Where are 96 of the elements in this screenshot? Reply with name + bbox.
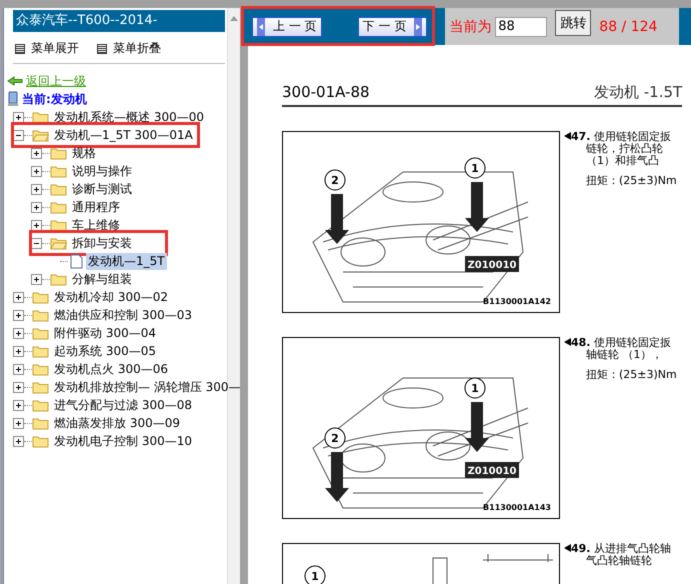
- step-text: 49. 从进排气凸轮轴 气凸轮轴链轮: [564, 543, 671, 567]
- folder-icon: [32, 380, 49, 394]
- jump-button[interactable]: 跳转: [555, 10, 592, 36]
- expand-toggle[interactable]: [31, 202, 42, 212]
- collapse-toggle[interactable]: [13, 130, 24, 140]
- callout-marker: 2: [324, 170, 346, 190]
- open-folder-icon: [50, 236, 67, 250]
- tree-item[interactable]: 拆卸与安装: [70, 234, 134, 252]
- expand-toggle[interactable]: [13, 112, 24, 122]
- open-folder-icon: [32, 128, 49, 142]
- tree-item[interactable]: 发动机—1_5T 300—01A: [52, 126, 195, 144]
- pointer-arrow: [325, 452, 349, 502]
- menu-item[interactable]: 菜单折叠: [113, 40, 161, 57]
- folder-icon: [50, 218, 67, 232]
- tree-item[interactable]: 说明与操作: [70, 162, 134, 180]
- section-title: 发动机 -1.5T: [594, 83, 684, 102]
- callout-marker: 1: [464, 378, 486, 398]
- tree-item[interactable]: 起动系统 300—05: [52, 342, 158, 360]
- step-text: 47. 使用链轮固定扳 链轮，拧松凸轮 （1）和排气凸: [564, 131, 677, 167]
- page-count: 88 / 124: [599, 18, 658, 34]
- expand-toggle[interactable]: [31, 274, 42, 284]
- current-page-label: 当前为: [449, 18, 492, 36]
- tree-item[interactable]: 发动机—1_5T: [86, 252, 167, 270]
- expand-toggle[interactable]: [31, 166, 42, 176]
- tree-item[interactable]: 发动机排放控制— 涡轮增压 300—: [52, 378, 243, 396]
- tree-item[interactable]: 发动机电子控制 300—10: [52, 432, 194, 450]
- previous-page-button[interactable]: 上 一 页: [252, 16, 322, 36]
- folder-icon: [32, 308, 49, 322]
- step-marker-icon: [564, 544, 571, 552]
- section-code: 300-01A-88: [282, 83, 370, 102]
- folder-icon: [50, 164, 67, 178]
- tree-item[interactable]: 进气分配与过滤 300—08: [52, 396, 194, 414]
- expand-toggle[interactable]: [31, 148, 42, 158]
- engine-illustration: 2 1 Z010010 B1130001A142: [282, 131, 560, 313]
- tree-item[interactable]: 通用程序: [70, 198, 122, 216]
- folder-icon: [50, 200, 67, 214]
- callout-marker: 1: [464, 158, 486, 178]
- list-icon: [97, 44, 107, 54]
- next-page-button[interactable]: 下 一 页: [358, 16, 428, 36]
- expand-toggle[interactable]: [13, 346, 24, 356]
- folder-icon: [32, 362, 49, 376]
- list-icon: [15, 44, 25, 54]
- torque-spec: 扭矩：(25±3)Nm: [585, 369, 677, 381]
- back-arrow-icon: [7, 76, 23, 86]
- folder-icon: [50, 272, 67, 286]
- expand-toggle[interactable]: [13, 382, 24, 392]
- expand-toggle[interactable]: [13, 310, 24, 320]
- tool-label: [465, 462, 519, 478]
- tree-item[interactable]: 规格: [70, 144, 98, 162]
- tree-item[interactable]: 分解与组装: [70, 270, 134, 288]
- tree-item[interactable]: 发动机点火 300—06: [52, 360, 170, 378]
- figure-code: B1130001A143: [483, 503, 551, 512]
- folder-icon: [32, 434, 49, 448]
- page-number-field[interactable]: 88: [495, 16, 548, 36]
- expand-toggle[interactable]: [13, 400, 24, 410]
- tree-item[interactable]: 燃油蒸发排放 300—09: [52, 414, 182, 432]
- expand-toggle[interactable]: [13, 364, 24, 374]
- folder-icon: [32, 110, 49, 124]
- tree-item[interactable]: 发动机冷却 300—02: [52, 288, 170, 306]
- step-text: 48. 使用链轮固定扳 轴链轮 （1），: [564, 337, 677, 361]
- current-location: 当前:发动机: [22, 90, 87, 108]
- engine-illustration: 1 2 Z010010 B1130001A143: [282, 337, 560, 519]
- expand-toggle[interactable]: [13, 418, 24, 428]
- step-marker-icon: [564, 338, 571, 346]
- panel-title: 众泰汽车--T600--2014-: [13, 10, 225, 32]
- folder-icon: [32, 344, 49, 358]
- collapse-toggle[interactable]: [31, 238, 42, 248]
- folder-icon: [32, 416, 49, 430]
- page-icon: [70, 254, 83, 268]
- tree-item[interactable]: 附件驱动 300—04: [52, 324, 158, 342]
- figure-code: B1130001A142: [483, 297, 551, 306]
- expand-toggle[interactable]: [13, 436, 24, 446]
- tool-label: [465, 256, 519, 272]
- tree-item[interactable]: 车上维修: [70, 216, 122, 234]
- tree-item[interactable]: 发动机系统—概述 300—00: [52, 108, 206, 126]
- menu-item[interactable]: 菜单展开: [31, 40, 79, 57]
- expand-toggle[interactable]: [13, 292, 24, 302]
- step-marker-icon: [564, 132, 571, 140]
- tree-item[interactable]: 诊断与测试: [70, 180, 134, 198]
- folder-icon: [32, 290, 49, 304]
- folder-icon: [50, 182, 67, 196]
- folder-icon: [32, 326, 49, 340]
- pointer-arrow: [465, 182, 489, 232]
- callout-marker: 1: [304, 566, 326, 584]
- callout-marker: 2: [324, 428, 346, 448]
- expand-toggle[interactable]: [31, 184, 42, 194]
- back-link[interactable]: 返回上一级: [26, 72, 86, 90]
- folder-icon: [50, 146, 67, 160]
- expand-toggle[interactable]: [13, 328, 24, 338]
- pointer-arrow: [465, 402, 489, 452]
- pointer-arrow: [325, 194, 349, 244]
- folder-icon: [32, 398, 49, 412]
- expand-toggle[interactable]: [31, 220, 42, 230]
- computer-icon: [7, 91, 19, 107]
- tree-item[interactable]: 燃油供应和控制 300—03: [52, 306, 194, 324]
- torque-spec: 扭矩：(25±3)Nm: [585, 175, 677, 187]
